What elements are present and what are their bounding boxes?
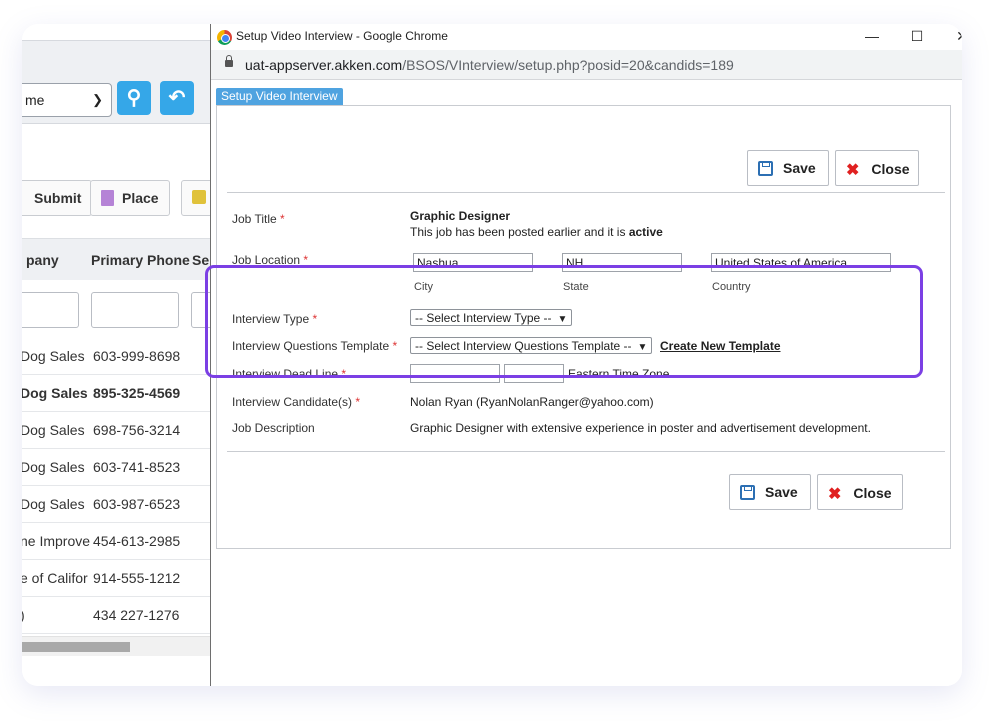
page-content: Setup Video Interview Save ✖ Close Job Ti…	[211, 80, 962, 686]
scrollbar-thumb[interactable]	[22, 642, 130, 652]
background-table-header: pany Primary Phone Se	[22, 238, 222, 280]
company-cell: Dog Sales	[22, 385, 88, 401]
background-view-select[interactable]: me ❯	[22, 83, 112, 117]
close-icon: ✖	[828, 486, 842, 503]
window-title: Setup Video Interview - Google Chrome	[236, 29, 448, 43]
divider-bottom	[227, 451, 945, 452]
table-row[interactable]: Dog Sales 603-741-8523	[22, 449, 222, 486]
plus-icon	[192, 190, 206, 204]
company-cell: e of Califor	[22, 570, 88, 586]
save-label: Save	[783, 160, 816, 176]
horizontal-scrollbar[interactable]	[22, 636, 222, 656]
job-status-note: This job has been posted earlier and it …	[410, 225, 663, 239]
undo-arrow-icon: ↶	[168, 87, 186, 109]
phone-cell: 603-741-8523	[93, 459, 181, 475]
column-third[interactable]: Se	[192, 252, 209, 268]
company-cell: Dog Sales	[22, 348, 85, 364]
table-row[interactable]: ne Improve 454-613-2985	[22, 523, 222, 560]
close-button-bottom[interactable]: ✖ Close	[817, 474, 903, 510]
save-icon	[758, 161, 773, 176]
phone-cell: 603-987-6523	[93, 496, 181, 512]
company-cell: ne Improve	[22, 533, 91, 549]
background-select-value: me	[25, 92, 45, 108]
phone-cell: 895-325-4569	[93, 385, 181, 401]
table-row[interactable]: Dog Sales 603-999-8698	[22, 338, 222, 375]
divider-top	[227, 192, 945, 193]
back-button[interactable]: ↶	[160, 81, 194, 115]
candidates-label: Interview Candidate(s) *	[232, 395, 361, 409]
company-cell: Dog Sales	[22, 496, 85, 512]
lock-icon[interactable]	[225, 55, 233, 67]
column-primary-phone[interactable]: Primary Phone	[91, 252, 190, 268]
table-row[interactable]: Dog Sales 698-756-3214	[22, 412, 222, 449]
close-label: Close	[871, 161, 910, 177]
submit-button[interactable]: Submit	[22, 180, 93, 216]
submit-label: Submit	[34, 190, 82, 206]
place-button[interactable]: Place	[90, 180, 170, 216]
table-row[interactable]: e of Califor 914-555-1212	[22, 560, 222, 597]
table-row[interactable]: ) 434 227-1276	[22, 597, 222, 634]
job-description-value: Graphic Designer with extensive experien…	[410, 421, 871, 435]
address-bar[interactable]: uat-appserver.akken.com/BSOS/VInterview/…	[211, 50, 962, 80]
phone-filter-input[interactable]	[91, 292, 179, 328]
job-title-value: Graphic Designer	[410, 209, 511, 223]
phone-cell: 454-613-2985	[93, 533, 181, 549]
company-filter-input[interactable]	[22, 292, 79, 328]
maximize-button[interactable]: ☐	[906, 26, 928, 46]
company-cell: )	[22, 607, 25, 623]
chevron-down-icon: ❯	[92, 92, 103, 107]
save-button-bottom[interactable]: Save	[729, 474, 811, 510]
background-toolbar: me ❯ ⚲ ↶	[22, 40, 222, 124]
minimize-button[interactable]: —	[861, 26, 883, 46]
phone-cell: 603-999-8698	[93, 348, 181, 364]
company-cell: Dog Sales	[22, 422, 85, 438]
search-button[interactable]: ⚲	[117, 81, 151, 115]
tab-setup-video-interview[interactable]: Setup Video Interview	[216, 88, 343, 105]
url-host: uat-appserver.akken.com	[245, 57, 403, 73]
background-app: me ❯ ⚲ ↶ Submit Place pany Primary Phone…	[22, 24, 222, 686]
url-text[interactable]: uat-appserver.akken.com/BSOS/VInterview/…	[245, 57, 734, 73]
phone-cell: 914-555-1212	[93, 570, 181, 586]
candidates-value: Nolan Ryan (RyanNolanRanger@yahoo.com)	[410, 395, 654, 409]
save-button-top[interactable]: Save	[747, 150, 829, 186]
close-window-button[interactable]: ✕	[951, 26, 962, 46]
close-icon: ✖	[846, 162, 860, 179]
table-row[interactable]: Dog Sales 603-987-6523	[22, 486, 222, 523]
table-row[interactable]: Dog Sales 895-325-4569	[22, 375, 222, 412]
company-cell: Dog Sales	[22, 459, 85, 475]
chrome-logo-icon	[217, 30, 232, 45]
column-company[interactable]: pany	[26, 252, 59, 268]
close-button-top[interactable]: ✖ Close	[835, 150, 919, 186]
search-icon: ⚲	[126, 87, 142, 109]
close-label: Close	[853, 485, 892, 501]
job-description-label: Job Description	[232, 421, 315, 435]
place-label: Place	[122, 190, 159, 206]
save-label: Save	[765, 484, 798, 500]
job-title-label: Job Title *	[232, 212, 285, 226]
highlight-box	[205, 265, 923, 378]
url-path: /BSOS/VInterview/setup.php?posid=20&cand…	[402, 57, 734, 73]
document-icon	[101, 190, 114, 206]
save-icon	[740, 485, 755, 500]
title-bar: Setup Video Interview - Google Chrome — …	[211, 24, 962, 50]
phone-cell: 698-756-3214	[93, 422, 181, 438]
phone-cell: 434 227-1276	[93, 607, 180, 623]
